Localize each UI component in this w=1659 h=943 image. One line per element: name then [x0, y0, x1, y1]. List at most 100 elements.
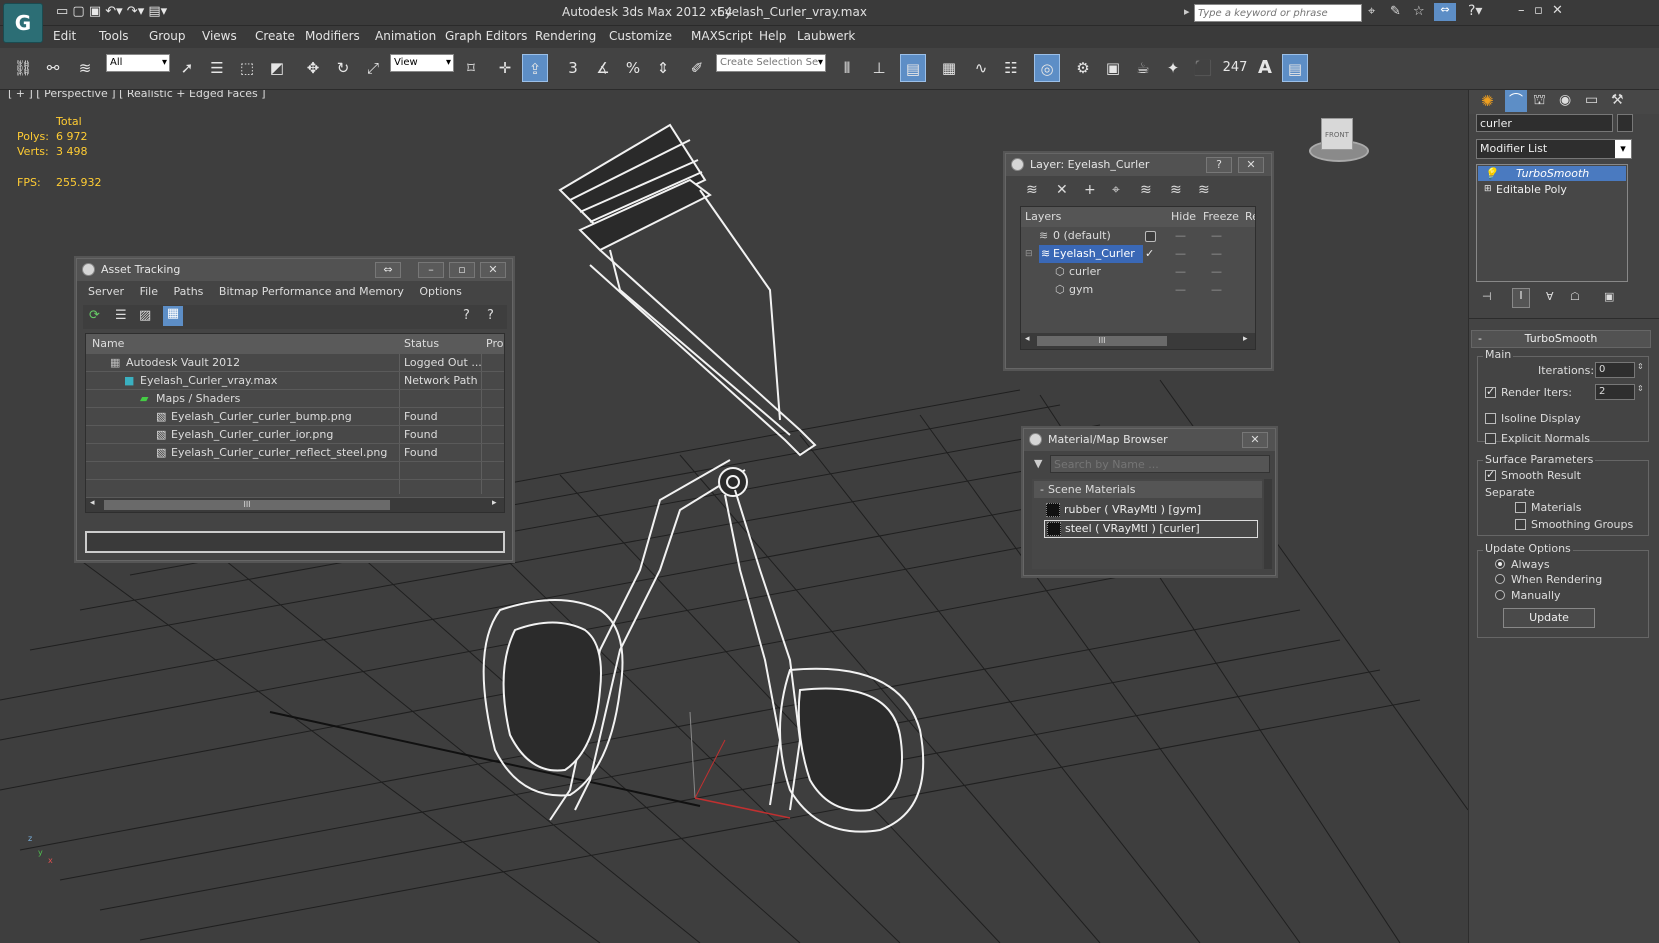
app-logo-icon[interactable]: G — [3, 3, 43, 43]
render-setup-icon[interactable]: ⚙ — [1070, 54, 1096, 82]
ribbon-icon[interactable]: ▦ — [936, 54, 962, 82]
move-icon[interactable]: ✥ — [300, 54, 326, 82]
menu-file[interactable]: File — [140, 285, 158, 298]
modify-tab-icon[interactable]: ⌒ — [1505, 90, 1527, 112]
render-iters-checkbox[interactable] — [1485, 385, 1496, 398]
turbosmooth-rollout-header[interactable]: - TurboSmooth — [1471, 330, 1651, 348]
modifier-list-dropdown[interactable]: Modifier List ▾ — [1476, 139, 1632, 159]
menu-maxscript[interactable]: MAXScript — [691, 29, 753, 43]
menu-views[interactable]: Views — [202, 29, 237, 43]
freeze-all-icon[interactable]: ≋ — [1198, 182, 1210, 198]
scroll-thumb[interactable]: III — [104, 500, 390, 510]
scroll-thumb[interactable]: III — [1037, 336, 1167, 346]
materials-checkbox[interactable] — [1515, 502, 1526, 513]
menu-bitmap-performance[interactable]: Bitmap Performance and Memory — [219, 285, 404, 298]
explicit-normals-checkbox[interactable] — [1485, 433, 1496, 444]
snap-toggle-icon[interactable]: 3 — [560, 54, 586, 82]
menu-customize[interactable]: Customize — [609, 29, 672, 43]
table-row[interactable]: ■ Eyelash_Curler_vray.max Network Path — [86, 372, 504, 390]
percent-snap-icon[interactable]: % — [620, 54, 646, 82]
binoculars-icon[interactable]: ⌖ — [1368, 4, 1375, 19]
configure-sets-icon[interactable]: ▣ — [1604, 290, 1614, 303]
menu-paths[interactable]: Paths — [174, 285, 204, 298]
material-browser-titlebar[interactable]: Material/Map Browser ✕ — [1024, 429, 1275, 451]
help-context-icon[interactable]: ? — [487, 308, 494, 323]
update-button[interactable]: Update — [1503, 608, 1595, 628]
render-production-icon[interactable]: ☕ — [1130, 54, 1156, 82]
material-browser-window[interactable]: Material/Map Browser ✕ ▼ -Scene Material… — [1023, 428, 1276, 576]
menu-rendering[interactable]: Rendering — [535, 29, 596, 43]
utilities-tab-icon[interactable]: ⚒ — [1611, 92, 1624, 108]
material-item[interactable]: rubber ( VRayMtl ) [gym] — [1044, 501, 1258, 519]
viewcube-front-face[interactable]: FRONT — [1321, 118, 1353, 150]
menu-create[interactable]: Create — [255, 29, 295, 43]
asset-table[interactable]: Name Status Pro ▦ Autodesk Vault 2012 Lo… — [85, 333, 505, 513]
communication-icon[interactable]: ✎ — [1390, 4, 1401, 19]
angle-snap-icon[interactable]: ∡ — [590, 54, 616, 82]
menu-animation[interactable]: Animation — [375, 29, 436, 43]
list-view-icon[interactable]: ☰ — [115, 308, 127, 323]
remove-modifier-icon[interactable]: ☖ — [1570, 290, 1580, 303]
motion-tab-icon[interactable]: ◉ — [1559, 92, 1571, 108]
layer-titlebar[interactable]: Layer: Eyelash_Curler ? ✕ — [1006, 154, 1271, 176]
group-collapse-icon[interactable]: - — [1040, 483, 1044, 496]
ref-coord-dropdown[interactable]: View — [390, 54, 454, 72]
box-icon[interactable]: ⬛ — [1190, 54, 1216, 82]
object-color-swatch[interactable] — [1617, 114, 1633, 132]
close-icon[interactable]: ✕ — [1242, 432, 1268, 448]
table-row[interactable]: ▧ Eyelash_Curler_curler_bump.png Found — [86, 408, 504, 426]
col-name[interactable]: Name — [92, 334, 124, 354]
window-crossing-icon[interactable]: ◩ — [264, 54, 290, 82]
collapse-icon[interactable]: ⊟ — [1025, 245, 1033, 263]
hide-toggle[interactable]: — — [1175, 281, 1186, 299]
scene-materials-header[interactable]: - Scene Materials — [1034, 481, 1262, 498]
delete-layer-icon[interactable]: ✕ — [1056, 182, 1068, 198]
maximize-icon[interactable]: ▫ — [449, 262, 475, 278]
select-by-name-icon[interactable]: ☰ — [204, 54, 230, 82]
current-layer-check-icon[interactable]: ✓ — [1145, 245, 1154, 263]
restore-icon[interactable]: ▫ — [1534, 3, 1543, 18]
schematic-view-icon[interactable]: ☷ — [998, 54, 1024, 82]
asset-tracking-window[interactable]: Asset Tracking ⇔ – ▫ ✕ Server File Paths… — [76, 258, 513, 561]
hierarchy-tab-icon[interactable]: ⛫ — [1533, 92, 1546, 110]
dropdown-arrow-icon[interactable]: ▾ — [1615, 140, 1631, 158]
thumbnail-view-icon[interactable]: ▨ — [139, 308, 151, 323]
close-icon[interactable]: ✕ — [480, 262, 506, 278]
text-tool-icon[interactable]: A — [1252, 54, 1278, 82]
close-button[interactable]: ✕ — [1238, 157, 1264, 173]
scale-icon[interactable]: ⤢ — [360, 54, 386, 82]
layer-list[interactable]: Layers Hide Freeze Re ≋ 0 (default) — — … — [1020, 206, 1256, 350]
pivot-center-icon[interactable]: ⌑ — [458, 54, 484, 82]
smooth-result-checkbox[interactable] — [1485, 468, 1496, 481]
rendered-frame-icon[interactable]: ▣ — [1100, 54, 1126, 82]
refresh-icon[interactable]: ⟳ — [89, 308, 100, 323]
hide-toggle[interactable]: — — [1175, 227, 1186, 245]
help-search-input[interactable] — [1194, 4, 1362, 22]
stack-item-turbosmooth[interactable]: 💡 TurboSmooth — [1478, 166, 1626, 181]
menu-modifiers[interactable]: Modifiers — [305, 29, 360, 43]
iterations-spinner[interactable]: 0 — [1595, 362, 1635, 378]
spinner-arrows-icon[interactable]: ⇕ — [1637, 384, 1644, 393]
menu-help[interactable]: Help — [759, 29, 786, 43]
menu-tools[interactable]: Tools — [99, 29, 129, 43]
named-selection-dropdown[interactable]: Create Selection Se — [716, 54, 826, 72]
hide-all-icon[interactable]: ≋ — [1170, 182, 1182, 198]
menu-group[interactable]: Group — [149, 29, 186, 43]
search-expand-icon[interactable]: ▸ — [1184, 5, 1190, 18]
layer-row[interactable]: ⬡ curler — — — [1021, 263, 1255, 281]
display-tab-icon[interactable]: ▭ — [1585, 92, 1598, 108]
menu-edit[interactable]: Edit — [53, 29, 76, 43]
stack-item-editable-poly[interactable]: ⊞ Editable Poly — [1478, 182, 1626, 197]
unlink-icon[interactable]: ⚯ — [40, 54, 66, 82]
current-layer-toggle[interactable] — [1145, 231, 1156, 242]
layer-manager-icon[interactable]: ▤ — [900, 54, 926, 82]
freeze-toggle[interactable]: — — [1211, 263, 1222, 281]
select-object-icon[interactable]: ➚ — [174, 54, 200, 82]
horizontal-scrollbar[interactable]: ◂ III ▸ — [86, 498, 504, 512]
always-radio[interactable] — [1495, 559, 1505, 569]
menu-laubwerk[interactable]: Laubwerk — [797, 29, 855, 43]
layer-row[interactable]: ⊟ Eyelash_Curler ≋ ✓ — — — [1021, 245, 1255, 263]
dock-icon[interactable]: ⇔ — [375, 262, 401, 278]
smoothing-groups-checkbox[interactable] — [1515, 519, 1526, 530]
eyelash-curler-wireframe[interactable] — [482, 123, 925, 833]
